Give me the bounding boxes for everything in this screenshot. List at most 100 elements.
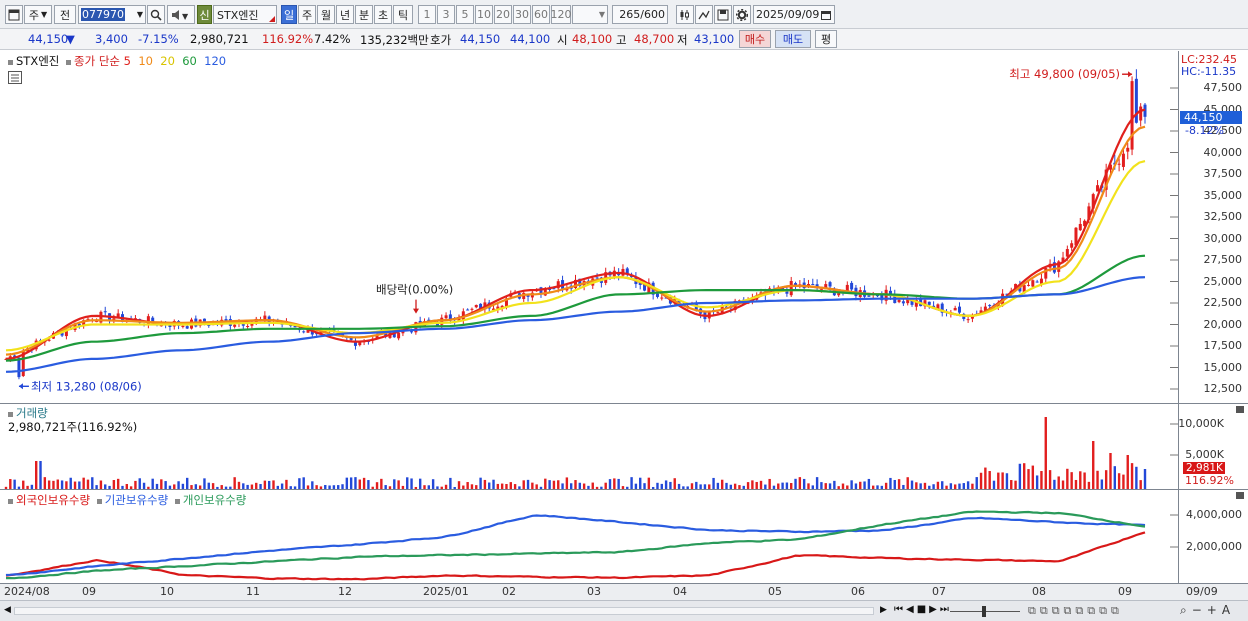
low-value: 43,100 bbox=[694, 32, 735, 46]
volume-bar bbox=[69, 477, 72, 489]
scroll-left-icon[interactable]: ◀ bbox=[4, 605, 11, 615]
volume-bar bbox=[1139, 480, 1142, 489]
sin-button[interactable]: 신 bbox=[197, 5, 212, 24]
period-tick-tab[interactable]: 틱 bbox=[393, 5, 413, 24]
gear-icon[interactable] bbox=[733, 5, 751, 24]
volume-bar bbox=[992, 480, 996, 489]
volume-bar bbox=[798, 477, 802, 489]
save-icon[interactable] bbox=[714, 5, 732, 24]
volume-bar bbox=[910, 480, 914, 489]
interval-3-button[interactable]: 3 bbox=[437, 5, 455, 24]
buy-button[interactable]: 매수 bbox=[739, 30, 771, 48]
candle-icon[interactable] bbox=[676, 5, 694, 24]
candle-body bbox=[953, 307, 957, 311]
eval-button[interactable]: 평 bbox=[815, 30, 837, 48]
collapse-pane-icon[interactable] bbox=[1236, 406, 1244, 413]
date-field[interactable]: 2025/09/09 bbox=[753, 5, 835, 24]
volume-bar bbox=[997, 472, 1000, 489]
interval-10-button[interactable]: 10 bbox=[475, 5, 493, 24]
candle-body bbox=[302, 331, 306, 333]
window-menu-icon[interactable] bbox=[5, 5, 23, 24]
price-change-pct: -7.15% bbox=[138, 32, 179, 46]
legend-square-icon bbox=[174, 499, 180, 504]
collapse-pane-icon[interactable] bbox=[1236, 492, 1244, 499]
hoga-bid: 44,100 bbox=[510, 32, 551, 46]
candle-body bbox=[1130, 81, 1134, 150]
date-axis-label: 09 bbox=[1118, 585, 1132, 598]
hoga-ask: 44,150 bbox=[460, 32, 501, 46]
volume-bar bbox=[647, 477, 651, 489]
volume-bar bbox=[1031, 465, 1035, 489]
playback-controls[interactable]: ⏮◀■▶⏭ bbox=[894, 604, 952, 615]
volume-bar bbox=[354, 477, 357, 489]
period-week-tab[interactable]: 주 bbox=[298, 5, 316, 24]
legend-square-icon bbox=[66, 60, 72, 65]
volume-bar bbox=[358, 479, 361, 489]
volume-bar bbox=[768, 478, 771, 489]
volume-chart[interactable] bbox=[0, 404, 1178, 489]
count-field[interactable]: 265/600 bbox=[612, 5, 668, 24]
scrollbar-track[interactable] bbox=[14, 607, 874, 615]
speaker-icon[interactable]: ▼ bbox=[167, 5, 195, 24]
stock-code-input[interactable]: 077970 ▼ bbox=[78, 5, 146, 24]
candle-body bbox=[181, 325, 185, 327]
candle-body bbox=[466, 309, 470, 311]
ju-dropdown[interactable]: 주 ▼ bbox=[24, 5, 52, 24]
price-ytick: 20,000 bbox=[1203, 317, 1243, 331]
jeon-button[interactable]: 전 bbox=[54, 5, 76, 24]
date-axis-last: 09/09 bbox=[1186, 585, 1218, 598]
period-second-tab[interactable]: 초 bbox=[374, 5, 392, 24]
interval-60-button[interactable]: 60 bbox=[532, 5, 550, 24]
interval-1-button[interactable]: 1 bbox=[418, 5, 436, 24]
corner-marker-icon bbox=[269, 16, 275, 22]
price-ytick: 47,500 bbox=[1203, 81, 1243, 94]
volume-bar bbox=[1143, 469, 1147, 489]
price-ytick: 27,500 bbox=[1203, 253, 1243, 266]
volume-bar bbox=[1022, 463, 1026, 489]
candle-body bbox=[1126, 147, 1130, 152]
search-icon[interactable] bbox=[147, 5, 165, 24]
volume-bar bbox=[608, 479, 612, 489]
count-total: /600 bbox=[640, 8, 665, 21]
legend-individual: 개인보유수량 bbox=[182, 493, 247, 507]
interval-20-button[interactable]: 20 bbox=[494, 5, 512, 24]
period-year-tab[interactable]: 년 bbox=[336, 5, 354, 24]
volume-bar bbox=[889, 477, 892, 489]
interval-5-button[interactable]: 5 bbox=[456, 5, 474, 24]
volume-bar bbox=[285, 479, 288, 489]
volume-bar bbox=[548, 480, 551, 489]
volume-bar bbox=[1061, 480, 1065, 489]
interval-dropdown[interactable]: ▼ bbox=[572, 5, 608, 24]
candle-body bbox=[470, 308, 474, 310]
volume-bar bbox=[613, 478, 616, 489]
volume-bar bbox=[56, 479, 59, 489]
scroll-right-icon[interactable]: ▶ bbox=[880, 605, 887, 615]
volume-bar bbox=[712, 477, 715, 489]
window-layout-icons[interactable]: ⧉⧉⧉⧉⧉⧉⧉⧉ bbox=[1028, 604, 1123, 618]
table-toggle-icon[interactable] bbox=[8, 71, 22, 84]
volume-current-pct: 116.92% bbox=[1185, 474, 1234, 487]
period-month-tab[interactable]: 월 bbox=[317, 5, 335, 24]
volume-bar bbox=[39, 461, 42, 489]
volume-bar bbox=[112, 480, 116, 489]
interval-120-button[interactable]: 120 bbox=[551, 5, 572, 24]
candle-body bbox=[901, 301, 905, 304]
period-minute-tab[interactable]: 분 bbox=[355, 5, 373, 24]
volume-bar bbox=[794, 478, 797, 489]
volume-bar bbox=[988, 471, 991, 489]
price-chart[interactable]: 최고 49,800 (09/05) 최저 13,280 (08/06) 배당락(0.… bbox=[0, 51, 1178, 403]
volume-bar bbox=[1040, 471, 1043, 489]
volume-ratio: 116.92% bbox=[262, 32, 314, 46]
high-value: 48,700 bbox=[634, 32, 675, 46]
volume-bar bbox=[298, 478, 301, 489]
volume-bar bbox=[820, 482, 823, 489]
zoom-controls[interactable]: ⌕−+A bbox=[1180, 603, 1235, 618]
stock-name-field[interactable]: STX엔진 bbox=[213, 5, 277, 24]
draw-line-icon[interactable] bbox=[695, 5, 713, 24]
period-day-tab[interactable]: 일 bbox=[281, 5, 297, 24]
sell-button[interactable]: 매도 bbox=[775, 30, 811, 48]
zoom-slider-handle[interactable] bbox=[982, 606, 986, 617]
interval-30-button[interactable]: 30 bbox=[513, 5, 531, 24]
legend-ma-5: 5 bbox=[123, 54, 131, 68]
hc-label: HC:-11.35 bbox=[1181, 65, 1237, 78]
